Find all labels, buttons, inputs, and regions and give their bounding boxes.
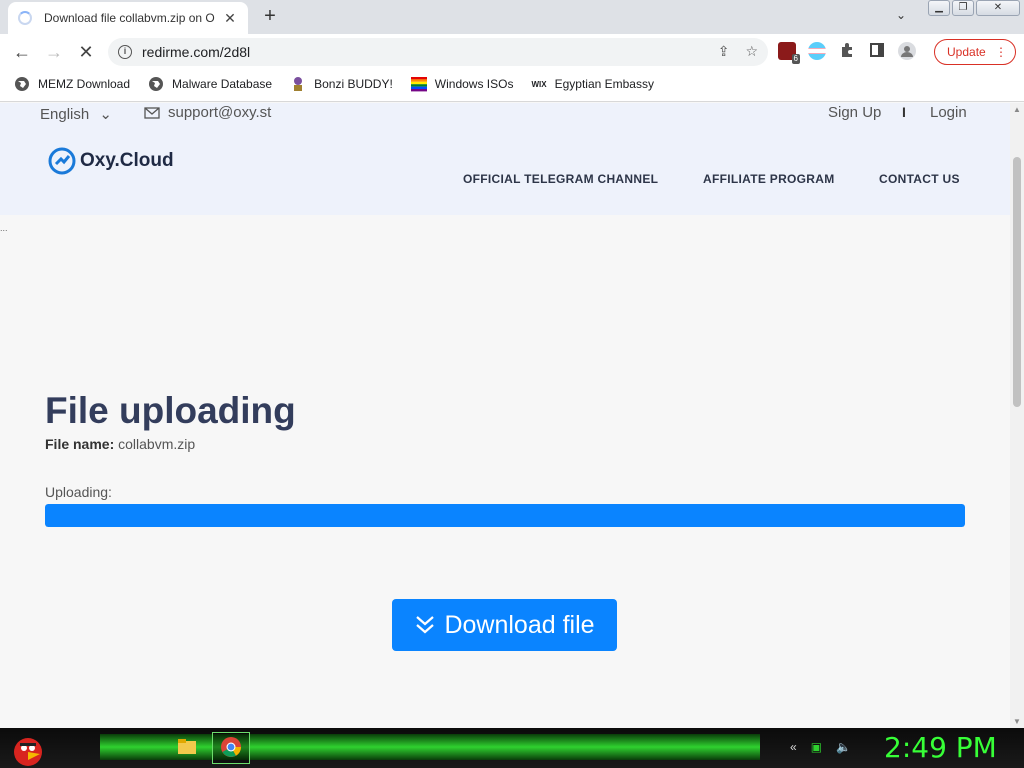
network-icon[interactable]: ▣ [811,740,822,754]
web-page: English ⌄ support@oxy.st Sign Up I Login… [0,103,1010,728]
taskbar-clock[interactable]: 2:49 PM [884,731,997,764]
extensions-area: 6 [778,42,916,64]
tab-close-icon[interactable]: ✕ [222,10,238,27]
address-bar[interactable]: i redirme.com/2d8l ⇪ ☆ [108,38,768,66]
taskbar: « ▣ 🔈 2:49 PM [0,728,1024,768]
system-tray: « ▣ 🔈 [790,740,851,754]
loading-spinner-icon [18,11,32,25]
tab-search-icon[interactable]: ⌄ [896,8,906,22]
chrome-icon[interactable] [220,736,242,758]
upload-progress-fill [45,504,965,527]
uploading-label: Uploading: [45,484,112,500]
bookmark-egyptian-embassy[interactable]: WIX Egyptian Embassy [531,77,654,91]
language-selector[interactable]: English ⌄ [40,105,112,123]
ublock-icon[interactable]: 6 [778,42,800,64]
nav-affiliate-program[interactable]: AFFILIATE PROGRAM [703,172,835,186]
tab-strip: Download file collabvm.zip on O ✕ + ⌄ ▁ … [0,0,1024,34]
page-title: File uploading [45,390,296,431]
tab-active[interactable]: Download file collabvm.zip on O ✕ [8,2,248,34]
logo-text: Oxy.Cloud [80,150,174,171]
stop-loading-button[interactable]: ✕ [74,40,98,64]
back-button[interactable]: ← [10,40,34,64]
globe-icon [15,77,29,91]
close-window-button[interactable]: ✕ [976,0,1020,16]
upload-progress-bar [45,504,965,527]
tray-collapse-icon[interactable]: « [790,740,797,754]
scrollbar-thumb[interactable] [1013,157,1021,407]
bookmark-label: Malware Database [172,77,273,91]
support-email-link[interactable]: support@oxy.st [144,104,271,121]
puzzle-icon[interactable] [838,42,856,60]
profile-icon[interactable] [898,42,916,60]
file-explorer-icon[interactable] [176,736,198,758]
bookmark-memz[interactable]: MEMZ Download [14,76,130,92]
update-label: Update [947,45,986,59]
volume-icon[interactable]: 🔈 [836,740,851,754]
minimize-button[interactable]: ▁ [928,0,950,16]
download-file-button[interactable]: Download file [392,599,617,651]
new-tab-button[interactable]: + [258,5,282,29]
nav-contact-us[interactable]: CONTACT US [879,172,960,186]
extension-badge: 6 [791,54,800,64]
ellipsis-text: ... [0,223,8,233]
tab-title: Download file collabvm.zip on O [44,11,215,25]
bonzi-icon [294,77,303,91]
scroll-down-icon[interactable]: ▼ [1013,717,1021,726]
bookmark-bonzi-buddy[interactable]: Bonzi BUDDY! [290,76,393,92]
site-logo[interactable]: Oxy.Cloud [48,147,174,175]
site-info-icon[interactable]: i [118,45,132,59]
language-label: English [40,106,90,123]
page-scrollbar[interactable]: ▲ ▼ [1010,103,1024,728]
login-link[interactable]: Login [930,104,967,121]
window-controls: ▁ ❐ ✕ [928,0,1020,16]
envelope-icon [144,106,160,119]
share-icon[interactable]: ⇪ [718,43,730,60]
forward-button[interactable]: → [42,40,66,64]
bookmark-malware-database[interactable]: Malware Database [148,76,272,92]
download-label: Download file [444,610,595,639]
file-name-value: collabvm.zip [118,436,196,452]
bookmark-label: MEMZ Download [38,77,131,91]
logo-icon [48,147,76,175]
bookmark-label: Bonzi BUDDY! [314,77,393,91]
start-button-angry-bird-icon[interactable] [8,728,48,768]
update-button[interactable]: Update ⋮ [934,39,1016,65]
url-text: redirme.com/2d8l [142,44,251,60]
separator: I [902,104,906,120]
browser-toolbar: ← → ✕ i redirme.com/2d8l ⇪ ☆ 6 Update ⋮ [0,34,1024,70]
pride-flag-icon[interactable] [808,42,826,60]
file-name-row: File name: collabvm.zip [45,436,195,452]
bookmark-windows-isos[interactable]: Windows ISOs [410,76,514,92]
omnibox-actions: ⇪ ☆ [718,43,758,60]
menu-dots-icon: ⋮ [995,45,1007,59]
site-header: English ⌄ support@oxy.st Sign Up I Login… [0,103,1010,215]
wix-icon: WIX [531,79,547,89]
restore-button[interactable]: ❐ [952,0,974,16]
sidepanel-icon[interactable] [868,42,886,60]
file-name-label: File name: [45,436,115,452]
nav-telegram-channel[interactable]: OFFICIAL TELEGRAM CHANNEL [463,172,658,186]
double-chevron-down-icon [416,616,435,634]
bookmark-label: Egyptian Embassy [554,77,654,91]
bookmark-label: Windows ISOs [434,77,514,91]
scroll-up-icon[interactable]: ▲ [1013,105,1021,114]
bookmark-star-icon[interactable]: ☆ [745,43,758,60]
bookmarks-bar: MEMZ Download Malware Database Bonzi BUD… [0,70,1024,98]
taskbar-glow [100,734,760,760]
browser-chrome: Download file collabvm.zip on O ✕ + ⌄ ▁ … [0,0,1024,102]
globe-icon [149,77,164,91]
support-email: support@oxy.st [168,104,272,121]
sign-up-link[interactable]: Sign Up [828,104,881,121]
windows-icon [410,77,427,92]
chevron-down-icon: ⌄ [99,106,112,123]
